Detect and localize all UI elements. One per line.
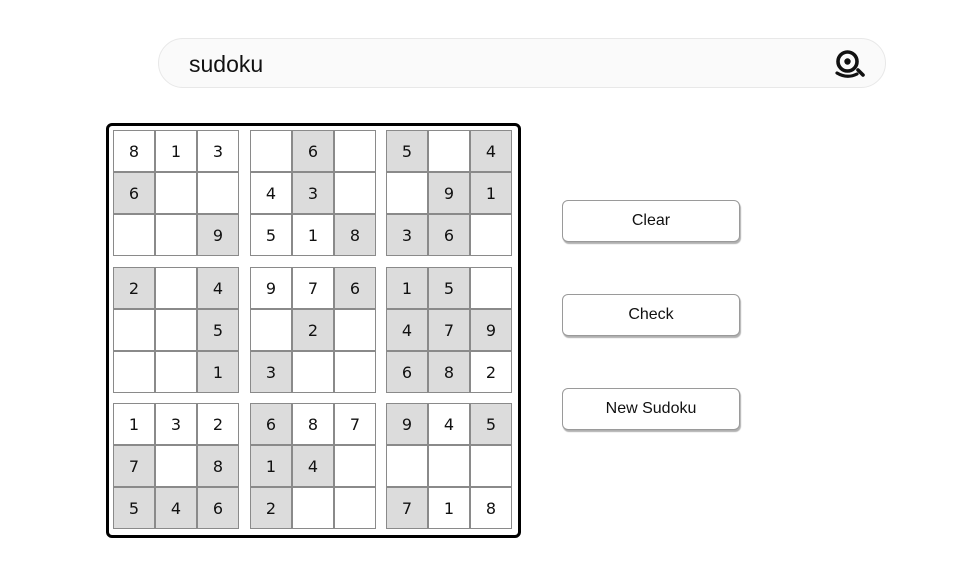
sudoku-block: 13278546 xyxy=(113,403,239,529)
sudoku-cell[interactable] xyxy=(470,267,512,309)
sudoku-cell[interactable]: 7 xyxy=(113,445,155,487)
sudoku-cell[interactable]: 5 xyxy=(386,130,428,172)
sudoku-block: 15479682 xyxy=(386,267,512,393)
sudoku-cell[interactable]: 8 xyxy=(334,214,376,256)
sudoku-cell[interactable]: 9 xyxy=(386,403,428,445)
sudoku-cell[interactable]: 5 xyxy=(250,214,292,256)
sudoku-cell[interactable] xyxy=(334,487,376,529)
sudoku-cell[interactable]: 5 xyxy=(428,267,470,309)
sudoku-cell[interactable] xyxy=(155,309,197,351)
sudoku-cell[interactable] xyxy=(292,487,334,529)
sudoku-block: 549136 xyxy=(386,130,512,256)
sudoku-cell[interactable] xyxy=(113,351,155,393)
sudoku-cell[interactable] xyxy=(155,267,197,309)
sudoku-cell[interactable]: 4 xyxy=(250,172,292,214)
search-bar[interactable]: sudoku xyxy=(158,38,886,88)
sudoku-cell[interactable] xyxy=(155,445,197,487)
sudoku-cell[interactable] xyxy=(113,309,155,351)
sudoku-cell[interactable]: 9 xyxy=(470,309,512,351)
sudoku-cell[interactable] xyxy=(428,445,470,487)
sudoku-cell[interactable]: 7 xyxy=(292,267,334,309)
check-button[interactable]: Check xyxy=(562,294,740,336)
sudoku-cell[interactable] xyxy=(334,351,376,393)
sudoku-cell[interactable]: 7 xyxy=(428,309,470,351)
sudoku-cell[interactable]: 9 xyxy=(197,214,239,256)
sudoku-cell[interactable] xyxy=(155,214,197,256)
sudoku-cell[interactable]: 1 xyxy=(386,267,428,309)
clear-button[interactable]: Clear xyxy=(562,200,740,242)
sudoku-cell[interactable]: 9 xyxy=(250,267,292,309)
sudoku-cell[interactable]: 1 xyxy=(155,130,197,172)
sudoku-cell[interactable]: 5 xyxy=(113,487,155,529)
sudoku-cell[interactable]: 8 xyxy=(428,351,470,393)
sudoku-cell[interactable]: 5 xyxy=(470,403,512,445)
sudoku-cell[interactable] xyxy=(334,172,376,214)
sudoku-cell[interactable]: 4 xyxy=(292,445,334,487)
sudoku-cell[interactable] xyxy=(470,445,512,487)
sudoku-cell[interactable] xyxy=(386,445,428,487)
sudoku-cell[interactable]: 6 xyxy=(428,214,470,256)
sudoku-cell[interactable] xyxy=(470,214,512,256)
sudoku-cell[interactable]: 4 xyxy=(428,403,470,445)
sudoku-cell[interactable]: 3 xyxy=(292,172,334,214)
sudoku-cell[interactable]: 8 xyxy=(197,445,239,487)
search-input[interactable]: sudoku xyxy=(189,39,263,89)
sudoku-board: 8136964351854913624519762315479682132785… xyxy=(106,123,521,538)
sudoku-cell[interactable]: 6 xyxy=(197,487,239,529)
sudoku-cell[interactable]: 3 xyxy=(197,130,239,172)
sudoku-cell[interactable]: 4 xyxy=(155,487,197,529)
sudoku-cell[interactable]: 6 xyxy=(292,130,334,172)
sudoku-block: 643518 xyxy=(250,130,376,256)
sudoku-cell[interactable] xyxy=(428,130,470,172)
sudoku-cell[interactable]: 1 xyxy=(470,172,512,214)
sudoku-block: 81369 xyxy=(113,130,239,256)
sudoku-cell[interactable]: 5 xyxy=(197,309,239,351)
sudoku-cell[interactable] xyxy=(250,130,292,172)
sudoku-cell[interactable]: 1 xyxy=(428,487,470,529)
sudoku-cell[interactable] xyxy=(155,172,197,214)
sudoku-cell[interactable]: 6 xyxy=(334,267,376,309)
sudoku-cell[interactable]: 2 xyxy=(470,351,512,393)
sudoku-cell[interactable] xyxy=(334,130,376,172)
sudoku-cell[interactable]: 3 xyxy=(155,403,197,445)
sudoku-cell[interactable]: 6 xyxy=(113,172,155,214)
sudoku-cell[interactable]: 3 xyxy=(386,214,428,256)
sudoku-cell[interactable]: 4 xyxy=(470,130,512,172)
sudoku-cell[interactable] xyxy=(292,351,334,393)
sudoku-cell[interactable]: 1 xyxy=(292,214,334,256)
sudoku-block: 687142 xyxy=(250,403,376,529)
new-sudoku-button[interactable]: New Sudoku xyxy=(562,388,740,430)
sudoku-cell[interactable]: 4 xyxy=(386,309,428,351)
sudoku-cell[interactable] xyxy=(386,172,428,214)
sudoku-cell[interactable]: 6 xyxy=(386,351,428,393)
sudoku-cell[interactable] xyxy=(334,309,376,351)
sudoku-cell[interactable] xyxy=(250,309,292,351)
search-icon[interactable] xyxy=(833,48,867,80)
sudoku-cell[interactable]: 6 xyxy=(250,403,292,445)
sudoku-cell[interactable]: 1 xyxy=(250,445,292,487)
sudoku-cell[interactable]: 2 xyxy=(113,267,155,309)
sudoku-cell[interactable]: 8 xyxy=(470,487,512,529)
sudoku-block: 945718 xyxy=(386,403,512,529)
sudoku-cell[interactable]: 1 xyxy=(113,403,155,445)
sudoku-cell[interactable] xyxy=(197,172,239,214)
sudoku-cell[interactable] xyxy=(113,214,155,256)
sudoku-cell[interactable]: 8 xyxy=(292,403,334,445)
sudoku-cell[interactable]: 2 xyxy=(292,309,334,351)
sudoku-block: 2451 xyxy=(113,267,239,393)
sudoku-cell[interactable]: 8 xyxy=(113,130,155,172)
sudoku-cell[interactable] xyxy=(155,351,197,393)
sudoku-cell[interactable]: 3 xyxy=(250,351,292,393)
sudoku-cell[interactable]: 9 xyxy=(428,172,470,214)
sudoku-cell[interactable]: 7 xyxy=(334,403,376,445)
sudoku-cell[interactable] xyxy=(334,445,376,487)
sudoku-cell[interactable]: 2 xyxy=(197,403,239,445)
sudoku-cell[interactable]: 7 xyxy=(386,487,428,529)
sudoku-cell[interactable]: 2 xyxy=(250,487,292,529)
sudoku-cell[interactable]: 4 xyxy=(197,267,239,309)
sudoku-cell[interactable]: 1 xyxy=(197,351,239,393)
sudoku-block: 97623 xyxy=(250,267,376,393)
